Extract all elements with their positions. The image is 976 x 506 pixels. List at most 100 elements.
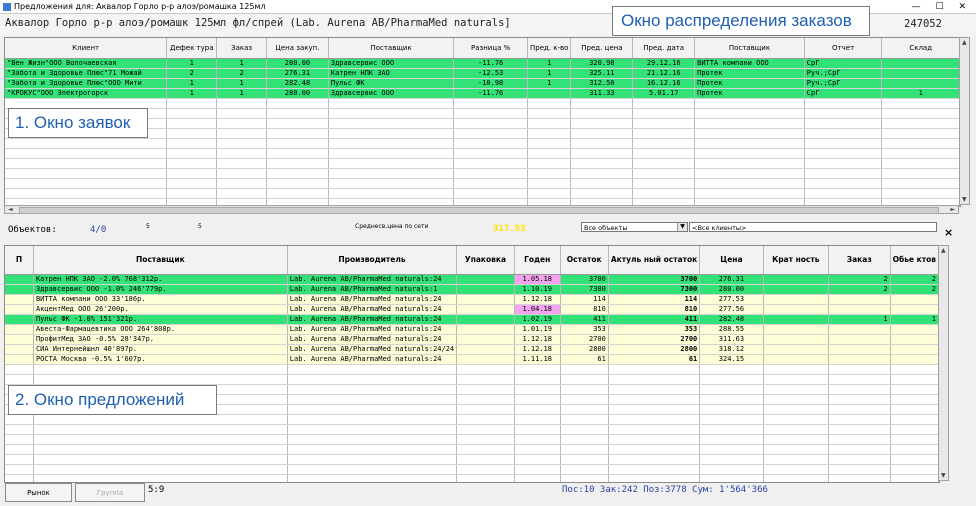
table-row[interactable]: СИА Интернейшнл 40'897р. Lab. Aurena AB/P…: [5, 344, 939, 355]
table-row[interactable]: АкцентМед ООО 26'200р. Lab. Aurena AB/Pha…: [5, 304, 939, 315]
table-cell: [608, 414, 701, 425]
table-cell: [608, 364, 701, 375]
table-cell: 2: [828, 274, 891, 285]
table-cell: 277.53: [699, 294, 764, 305]
column-header: Крат ность: [763, 246, 829, 275]
table-cell: [166, 178, 218, 189]
table-cell: [5, 424, 34, 435]
annotation-distribution: Окно распределения заказов: [612, 6, 870, 36]
table-cell: [699, 444, 764, 455]
requests-vscrollbar[interactable]: ▲ ▼: [959, 37, 970, 205]
table-cell: 325.11: [570, 68, 634, 79]
table-cell: [514, 374, 561, 385]
table-cell: СИА Интернейшнл 40'897р.: [33, 344, 288, 355]
table-cell: [216, 148, 267, 159]
table-cell: [828, 294, 891, 305]
table-cell: [166, 168, 218, 179]
scroll-up-icon[interactable]: ▲: [941, 247, 946, 254]
table-cell: [216, 178, 267, 189]
table-cell: Протек: [694, 68, 805, 79]
table-cell: [453, 178, 528, 189]
group-button[interactable]: Группа: [75, 483, 145, 502]
table-cell: [694, 168, 805, 179]
table-cell: [560, 374, 609, 385]
table-cell: [33, 424, 288, 435]
table-cell: [828, 464, 891, 475]
clients-filter-input[interactable]: <Все клиенты>: [689, 222, 937, 232]
table-cell: 16.12.16: [632, 78, 696, 89]
table-cell: Здравсервис ООО -1.0% 246'779р.: [33, 284, 288, 295]
table-cell: 5.01.17: [632, 88, 696, 99]
table-cell: [33, 434, 288, 445]
table-cell: [608, 444, 701, 455]
offers-vscrollbar[interactable]: ▲ ▼: [938, 245, 949, 481]
table-cell: [632, 128, 696, 139]
table-cell: [514, 384, 561, 395]
table-cell: [763, 434, 829, 445]
table-cell: [456, 454, 515, 465]
table-cell: [570, 168, 634, 179]
column-header: Разница %: [453, 38, 528, 59]
table-row[interactable]: ПрофитМед ЗАО -0.5% 28'347р. Lab. Aurena …: [5, 334, 939, 345]
table-cell: [287, 414, 458, 425]
table-cell: [890, 364, 939, 375]
table-row[interactable]: ВИТТА компани ООО 33'186р. Lab. Aurena AB…: [5, 294, 939, 305]
table-cell: [456, 294, 515, 305]
table-cell: [763, 474, 829, 482]
objects-filter-select[interactable]: Все объекты ▼: [581, 222, 688, 232]
table-cell: 3700: [608, 274, 701, 285]
table-cell: ПрофитМед ЗАО -0.5% 28'347р.: [33, 334, 288, 345]
close-icon[interactable]: ×: [944, 226, 953, 239]
table-cell: [328, 178, 455, 189]
table-row[interactable]: Авеста-Фармацевтика ООО 264'808р. Lab. Au…: [5, 324, 939, 335]
table-cell: 411: [608, 314, 701, 325]
table-cell: [560, 474, 609, 482]
requests-body: "Вен Жизн"ООО Волочаевская 1 1 280.00 Здравс…: [5, 58, 960, 206]
table-cell: [694, 108, 805, 119]
table-row[interactable]: "Забота и Здоровье Плюс"ООО Мити 1 1 282.48…: [5, 78, 960, 89]
table-cell: [287, 424, 458, 435]
market-button[interactable]: Рынок: [5, 483, 72, 502]
scroll-left-icon[interactable]: ◄: [8, 206, 13, 213]
scroll-down-icon[interactable]: ▼: [941, 472, 946, 479]
table-cell: [456, 314, 515, 325]
table-cell: 318.12: [699, 344, 764, 355]
window-controls[interactable]: — ☐ ✕: [912, 0, 972, 14]
column-header: Поставщик: [694, 38, 805, 59]
scroll-thumb[interactable]: [19, 207, 939, 214]
table-cell: [560, 384, 609, 395]
requests-header-row: Клиент Дефек тура Заказ Цена закуп. Поставщи…: [5, 38, 960, 59]
table-cell: Протек: [694, 88, 805, 99]
table-cell: [694, 98, 805, 109]
table-row[interactable]: Пульс ФК -1.0% 151'321р. Lab. Aurena AB/P…: [5, 314, 939, 325]
table-cell: [890, 394, 939, 405]
table-row[interactable]: Катрен НПК ЗАО -2.0% 768'312р. Lab. Auren…: [5, 274, 939, 285]
objects-filter-value: Все объекты: [584, 224, 628, 232]
empty-row: [5, 188, 960, 199]
scroll-up-icon[interactable]: ▲: [962, 39, 967, 46]
table-cell: [266, 188, 329, 199]
offers-grid[interactable]: П Поставщик Производитель Упаковка Годен Оста…: [4, 245, 940, 483]
chevron-down-icon[interactable]: ▼: [677, 223, 687, 231]
table-cell: [763, 354, 829, 365]
table-row[interactable]: РОСТА Москва -0.5% 1'607р. Lab. Aurena AB…: [5, 354, 939, 365]
table-cell: [456, 464, 515, 475]
table-cell: 1.05.18: [514, 274, 561, 285]
table-cell: [514, 474, 561, 482]
table-cell: [266, 108, 329, 119]
scroll-right-icon[interactable]: ►: [950, 206, 955, 213]
table-row[interactable]: "КРОКУС"ООО Электрогорск 1 1 280.00 Здравсер…: [5, 88, 960, 99]
scroll-down-icon[interactable]: ▼: [962, 196, 967, 203]
table-cell: [287, 364, 458, 375]
table-row[interactable]: "Забота и Здоровье Плюс"71 Можай 2 2 276.31…: [5, 68, 960, 79]
table-row[interactable]: "Вен Жизн"ООО Волочаевская 1 1 280.00 Здравс…: [5, 58, 960, 69]
table-cell: 2: [890, 274, 939, 285]
table-cell: [328, 108, 455, 119]
table-cell: [328, 128, 455, 139]
table-cell: 1: [890, 314, 939, 325]
table-row[interactable]: Здравсервис ООО -1.0% 246'779р. Lab. Aure…: [5, 284, 939, 295]
column-header: Актуль ный остаток: [608, 246, 701, 275]
table-cell: [560, 394, 609, 405]
requests-hscrollbar[interactable]: ◄ ►: [4, 205, 959, 214]
table-cell: [5, 158, 168, 169]
